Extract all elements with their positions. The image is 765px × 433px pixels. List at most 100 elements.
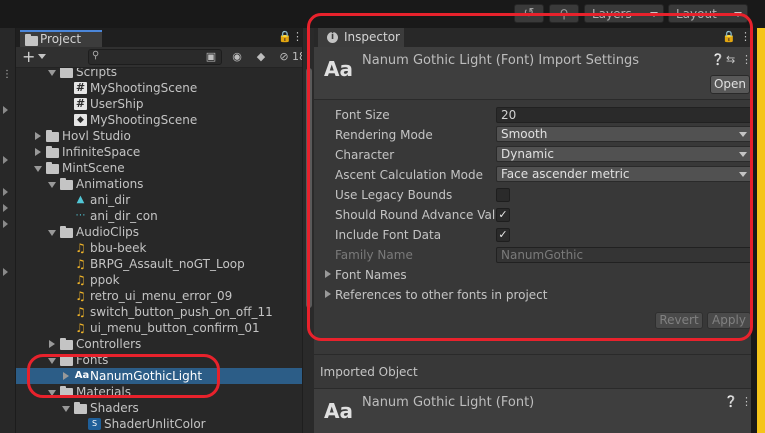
search-by-type-icon[interactable]: ▣ — [204, 50, 218, 64]
chevron-down-icon[interactable] — [62, 406, 70, 412]
search-button[interactable]: ⚲ — [549, 4, 579, 23]
chevron-down-icon[interactable] — [48, 358, 56, 364]
hidden-packages-icon[interactable]: ⊘ — [278, 50, 290, 64]
chevron-down-icon[interactable] — [48, 182, 56, 188]
tree-item[interactable]: Materials — [16, 384, 302, 400]
chevron-right-icon[interactable] — [35, 148, 41, 156]
scrollbar-thumb[interactable] — [306, 68, 312, 308]
tree-item[interactable]: S ShaderUnlitColor — [16, 416, 302, 432]
tree-item[interactable]: ♫ retro_ui_menu_error_09 — [16, 288, 302, 304]
animation-clip-icon: ▲ — [76, 194, 85, 205]
foldout-font-names[interactable]: Font Names — [335, 266, 407, 284]
use-legacy-bounds-checkbox[interactable] — [496, 188, 510, 202]
tree-item[interactable]: # MyShootingScene — [16, 80, 302, 96]
tree-item[interactable]: ⋯ ani_dir_con — [16, 208, 302, 224]
tree-item-label: Scripts — [76, 68, 118, 79]
filter-by-label-icon[interactable]: ◆ — [254, 50, 268, 64]
chevron-right-icon[interactable] — [49, 340, 55, 348]
search-input[interactable]: ⚲ — [88, 49, 222, 65]
add-asset-button[interactable]: + — [22, 47, 35, 67]
font-size-field[interactable]: 20 — [496, 107, 752, 123]
folder-icon — [25, 34, 38, 46]
tree-item[interactable]: ♫ bbu-beek — [16, 240, 302, 256]
font-icon: Aa — [74, 370, 90, 381]
expand-arrow-icon[interactable] — [3, 156, 8, 164]
tree-item[interactable]: ▲ ani_dir — [16, 192, 302, 208]
tree-item[interactable]: ◆ MyShootingScene — [16, 112, 302, 128]
search-icon: ⚲ — [92, 50, 100, 61]
tree-item[interactable]: AudioClips — [16, 224, 302, 240]
tree-item-selected[interactable]: Aa NanumGothicLight — [16, 368, 302, 384]
preset-icon[interactable]: ⇆ — [726, 53, 735, 66]
folder-icon — [46, 146, 59, 158]
open-button[interactable]: Open — [710, 75, 750, 94]
tree-item[interactable]: Hovl Studio — [16, 128, 302, 144]
tree-item[interactable]: MintScene — [16, 160, 302, 176]
ascent-calculation-mode-dropdown[interactable]: Face ascender metric — [496, 166, 752, 182]
filter-by-type-icon[interactable]: ◉ — [230, 50, 244, 64]
tree-item[interactable]: # UserShip — [16, 96, 302, 112]
chevron-down-icon — [650, 12, 658, 17]
revert-button[interactable]: Revert — [655, 312, 703, 329]
tree-item[interactable]: ♫ ppok — [16, 272, 302, 288]
check-icon: ✓ — [498, 228, 508, 241]
folder-icon — [46, 162, 59, 174]
folder-icon — [60, 178, 73, 190]
folder-icon — [60, 338, 73, 350]
tree-item-label: MyShootingScene — [90, 81, 198, 95]
help-icon[interactable]: ❔ — [724, 395, 738, 408]
expand-arrow-icon[interactable] — [3, 188, 8, 196]
should-round-advance-checkbox[interactable]: ✓ — [496, 208, 510, 222]
layers-dropdown[interactable]: Layers — [584, 4, 664, 23]
chevron-down-icon[interactable] — [48, 390, 56, 396]
layout-label: Layout — [676, 6, 717, 21]
project-scrollbar[interactable] — [302, 28, 314, 433]
rendering-mode-dropdown[interactable]: Smooth — [496, 126, 752, 142]
more-icon[interactable]: ⋮ — [740, 30, 751, 43]
chevron-right-icon[interactable] — [35, 132, 41, 140]
character-label: Character — [335, 148, 395, 162]
foldout-arrow-icon[interactable] — [325, 290, 331, 298]
tree-item-label: bbu-beek — [90, 241, 147, 255]
tree-item[interactable]: Fonts — [16, 352, 302, 368]
expand-arrow-icon[interactable] — [3, 220, 8, 228]
tab-project-label: Project — [40, 32, 82, 46]
apply-button[interactable]: Apply — [707, 312, 751, 329]
audio-clip-icon: ♫ — [75, 321, 86, 335]
chevron-down-icon[interactable] — [38, 54, 46, 59]
tree-item-label: NanumGothicLight — [90, 369, 203, 383]
foldout-arrow-icon[interactable] — [325, 270, 331, 278]
more-icon[interactable]: ⋮ — [2, 68, 12, 82]
folder-icon — [60, 68, 73, 78]
lock-icon[interactable]: 🔒 — [278, 30, 292, 43]
expand-arrow-icon[interactable] — [3, 268, 8, 276]
tree-item[interactable]: ♫ ui_menu_button_confirm_01 — [16, 320, 302, 336]
should-round-advance-label: Should Round Advance Valu — [335, 208, 503, 222]
tree-item[interactable]: ♫ switch_button_push_on_off_11 — [16, 304, 302, 320]
chevron-down-icon[interactable] — [48, 230, 56, 236]
tree-item[interactable]: InfiniteSpace — [16, 144, 302, 160]
chevron-right-icon[interactable] — [63, 372, 69, 380]
chevron-down-icon[interactable] — [34, 166, 42, 172]
rendering-mode-label: Rendering Mode — [335, 128, 433, 142]
inspector-header: Aa Nanum Gothic Light (Font) Import Sett… — [314, 47, 752, 100]
tree-item[interactable]: Controllers — [16, 336, 302, 352]
expand-arrow-icon[interactable] — [3, 106, 8, 114]
tree-item[interactable]: Animations — [16, 176, 302, 192]
layout-dropdown[interactable]: Layout — [668, 4, 748, 23]
tree-item[interactable]: Shaders — [16, 400, 302, 416]
include-font-data-checkbox[interactable]: ✓ — [496, 228, 510, 242]
history-button[interactable]: ↺ — [514, 4, 544, 23]
tab-inspector[interactable]: i Inspector — [318, 28, 404, 47]
foldout-references[interactable]: References to other fonts in project — [335, 286, 547, 304]
lock-icon[interactable]: 🔒 — [722, 30, 736, 43]
yellow-edge-bar — [757, 28, 765, 433]
expand-arrow-icon[interactable] — [3, 204, 8, 212]
tree-item[interactable]: Scripts — [16, 68, 302, 80]
character-dropdown[interactable]: Dynamic — [496, 146, 752, 162]
help-icon[interactable]: ❔ — [711, 53, 725, 66]
chevron-down-icon[interactable] — [48, 70, 56, 76]
tree-item[interactable]: ♫ BRPG_Assault_noGT_Loop — [16, 256, 302, 272]
tree-item-label: Hovl Studio — [62, 129, 131, 143]
tab-project[interactable]: Project — [20, 30, 102, 47]
